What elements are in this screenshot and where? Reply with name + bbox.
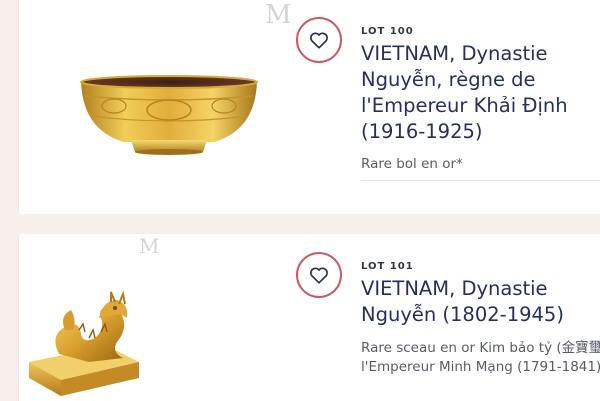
heart-outline-icon bbox=[310, 267, 328, 284]
lot-image-gold-bowl[interactable]: M bbox=[19, 0, 299, 214]
lot-info: LOT 100 VIETNAM, Dynastie Nguyễn, règne … bbox=[361, 0, 600, 174]
lot-description: Rare bol en or* bbox=[361, 156, 463, 172]
gold-dragon-seal-image bbox=[29, 290, 139, 396]
lot-title-link[interactable]: VIETNAM, Dynastie Nguyễn (1802-1945) bbox=[361, 276, 600, 328]
lot-title-line: Nguyễn, règne de bbox=[361, 68, 536, 91]
lot-title-line: (1916-1925) bbox=[361, 120, 483, 143]
lot-card[interactable]: M bbox=[18, 234, 600, 401]
lot-info: LOT 101 VIETNAM, Dynastie Nguyễn (1802-1… bbox=[361, 234, 600, 377]
lot-title-line: VIETNAM, Dynastie bbox=[361, 42, 548, 65]
add-to-favorites-button[interactable] bbox=[296, 17, 342, 63]
gold-bowl-image bbox=[80, 75, 258, 155]
lot-title-line: l'Empereur Khải Định bbox=[361, 94, 568, 117]
lot-title-link[interactable]: VIETNAM, Dynastie Nguyễn, règne de l'Emp… bbox=[361, 41, 600, 145]
lot-description-line: Rare sceau en or Kim bảo tỷ (金寶璽) bbox=[361, 340, 600, 356]
divider bbox=[361, 180, 600, 181]
lot-number: LOT 101 bbox=[361, 261, 414, 272]
heart-outline-icon bbox=[310, 32, 328, 49]
lot-image-gold-dragon-seal[interactable]: M bbox=[19, 234, 299, 401]
lot-card[interactable]: M bbox=[18, 0, 600, 214]
lot-title-line: VIETNAM, Dynastie bbox=[361, 277, 548, 300]
add-to-favorites-button[interactable] bbox=[296, 252, 342, 298]
lot-number: LOT 100 bbox=[361, 26, 414, 37]
lot-title-line: Nguyễn (1802-1945) bbox=[361, 303, 564, 326]
lot-description-line: l'Empereur Minh Mạng (1791-1841) bbox=[361, 359, 600, 375]
